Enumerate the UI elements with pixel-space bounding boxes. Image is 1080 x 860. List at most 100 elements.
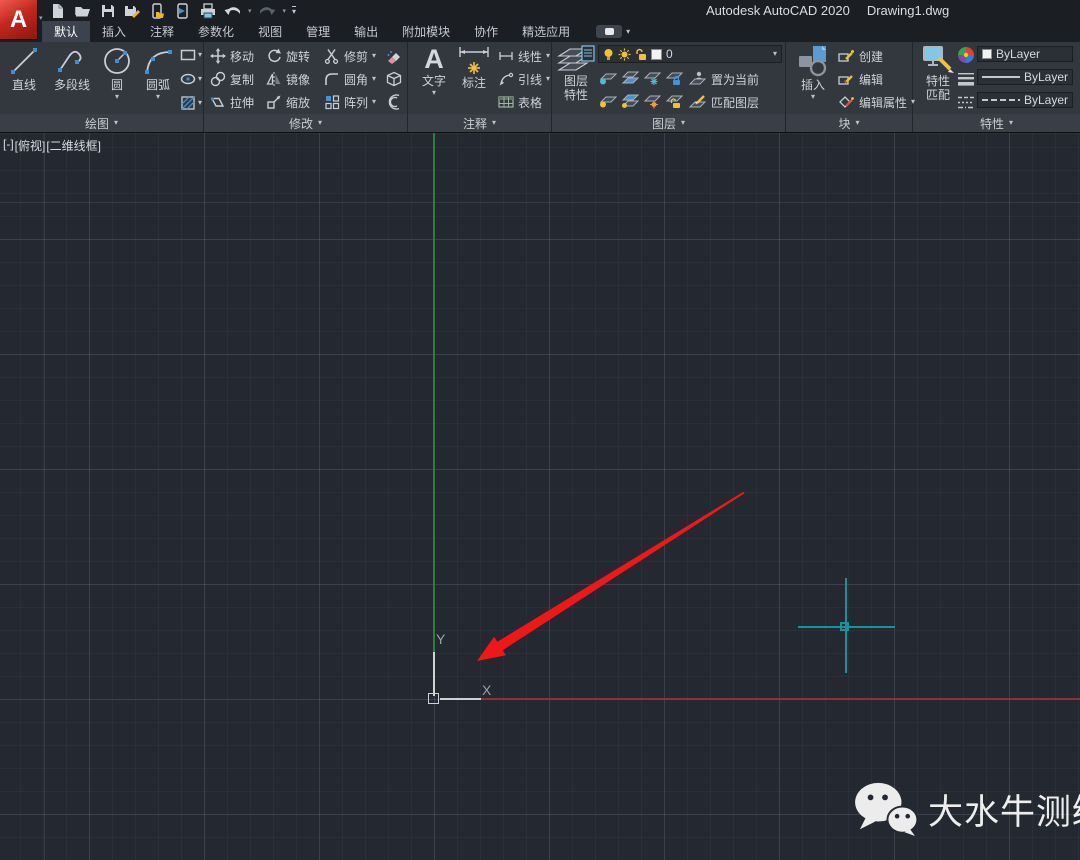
panel-footer-block[interactable]: 块 ▾ [786,114,912,132]
tab-annotate[interactable]: 注释 [138,21,186,42]
color-wheel-button[interactable] [957,46,975,64]
linetype-dropdown[interactable]: ByLayer [977,92,1073,108]
layer-isolate-button[interactable] [620,69,639,87]
scale-button[interactable]: 缩放 [266,92,310,112]
edit-block-button[interactable]: 编辑 [838,69,883,89]
panel-layers: 图层 特性 0 ▾ [552,42,786,132]
array-button[interactable]: 阵列 ▾ [324,92,376,112]
arc-button[interactable]: 圆弧 ▾ [136,44,180,101]
hatch-button[interactable]: ▾ [180,94,202,112]
layer-properties-button[interactable]: 图层 特性 [556,44,596,102]
erase-button[interactable] [386,46,403,66]
save-to-web-mobile-button[interactable] [173,2,192,19]
edit-attributes-button[interactable]: 编辑属性 ▾ [838,92,915,112]
rotate-button[interactable]: 旋转 [266,46,310,66]
insert-block-button[interactable]: 插入 ▾ [794,44,832,101]
open-from-web-mobile-button[interactable] [148,2,167,19]
tab-label: 插入 [102,23,126,40]
lineweight-dropdown[interactable]: ByLayer [977,69,1073,85]
layer-thaw-button[interactable] [642,92,661,110]
plot-button[interactable] [198,2,217,19]
panel-footer-modify[interactable]: 修改 ▾ [204,114,407,132]
stretch-button[interactable]: 拉伸 [210,92,254,112]
linear-dimension-button[interactable]: 线性 ▾ [498,46,550,66]
match-properties-button[interactable]: 特性 匹配 [919,44,957,102]
ribbon-display-button[interactable]: ▾ [596,21,630,42]
offset-button[interactable] [386,92,402,112]
undo-dropdown-icon[interactable]: ▾ [248,7,252,15]
text-button[interactable]: A 文字 ▾ [416,44,452,97]
redo-arrow-icon [258,4,276,18]
table-label: 表格 [518,94,542,111]
tab-output[interactable]: 输出 [342,21,390,42]
copy-label: 复制 [230,71,254,88]
panel-footer-label: 修改 [289,115,313,132]
layer-freeze-button[interactable] [642,69,661,87]
dropdown-arrow-icon: ▾ [626,28,630,36]
scale-icon [266,94,282,110]
polyline-button[interactable]: 多段线 [46,44,98,92]
match-layer-button[interactable]: 匹配图层 [688,92,759,112]
panel-footer-draw[interactable]: 绘图 ▾ [0,114,203,132]
rectangle-button[interactable]: ▾ [180,46,202,64]
layer-unisolate-button[interactable] [620,92,639,110]
object-color-dropdown[interactable]: ByLayer [977,46,1073,62]
viewport-visual-style-control[interactable]: [二维线框] [46,137,101,154]
customize-quick-access-icon[interactable]: ▾ [292,6,296,16]
line-button[interactable]: 直线 [3,44,45,92]
new-file-button[interactable] [48,2,67,19]
tab-addins[interactable]: 附加模块 [390,21,462,42]
save-button[interactable] [98,2,117,19]
create-block-button[interactable]: 创建 [838,46,883,66]
dropdown-arrow-icon: ▾ [492,119,496,127]
table-button[interactable]: 表格 [498,92,542,112]
trim-button[interactable]: 修剪 ▾ [324,46,376,66]
dropdown-arrow-icon: ▾ [773,50,777,58]
panel-footer-properties[interactable]: 特性 ▾ [913,114,1080,132]
move-button[interactable]: 移动 [210,46,254,66]
tab-collaborate[interactable]: 协作 [462,21,510,42]
panel-footer-layers[interactable]: 图层 ▾ [552,114,785,132]
layer-select-dropdown[interactable]: 0 ▾ [598,45,782,63]
line-icon [8,44,40,78]
tab-insert[interactable]: 插入 [90,21,138,42]
ellipse-button[interactable]: ▾ [180,70,202,88]
panel-footer-annotate[interactable]: 注释 ▾ [408,114,551,132]
tab-manage[interactable]: 管理 [294,21,342,42]
tab-parametric[interactable]: 参数化 [186,21,246,42]
dropdown-arrow-icon: ▾ [681,119,685,127]
tab-home[interactable]: 默认 [42,21,90,42]
layer-thaw-icon [642,93,661,109]
drawing-area[interactable]: [-] [俯视] [二维线框] Y X [0,133,1080,860]
layer-on-button[interactable] [598,92,617,110]
array-icon [324,94,340,110]
open-file-button[interactable] [73,2,92,19]
redo-button[interactable] [258,2,277,19]
layer-unlock-button[interactable] [664,92,683,110]
scale-label: 缩放 [286,94,310,111]
set-current-layer-button[interactable]: 置为当前 [688,69,759,89]
copy-button[interactable]: 复制 [210,69,254,89]
explode-button[interactable] [386,69,402,89]
undo-button[interactable] [223,2,242,19]
tab-view[interactable]: 视图 [246,21,294,42]
lineweight-button[interactable] [957,70,975,88]
dimension-button[interactable]: 标注 [454,44,494,90]
redo-dropdown-icon[interactable]: ▾ [283,7,287,15]
circle-button[interactable]: 圆 ▾ [100,44,134,101]
viewport-control-menu[interactable]: [-] [3,137,14,154]
leader-button[interactable]: 引线 ▾ [498,69,550,89]
mirror-button[interactable]: 镜像 [266,69,310,89]
red-arrow-annotation [0,133,1080,860]
application-menu-button[interactable]: A [0,0,38,40]
viewport-view-control[interactable]: [俯视] [15,137,46,154]
ucs-y-arm [433,652,435,696]
lineweight-value: ByLayer [1024,70,1068,84]
save-as-button[interactable] [123,2,142,19]
layer-off-button[interactable] [598,69,617,87]
linetype-button[interactable] [957,93,975,111]
copy-icon [210,71,226,87]
fillet-button[interactable]: 圆角 ▾ [324,69,376,89]
layer-lock-button[interactable] [664,69,683,87]
tab-featured-apps[interactable]: 精选应用 [510,21,582,42]
